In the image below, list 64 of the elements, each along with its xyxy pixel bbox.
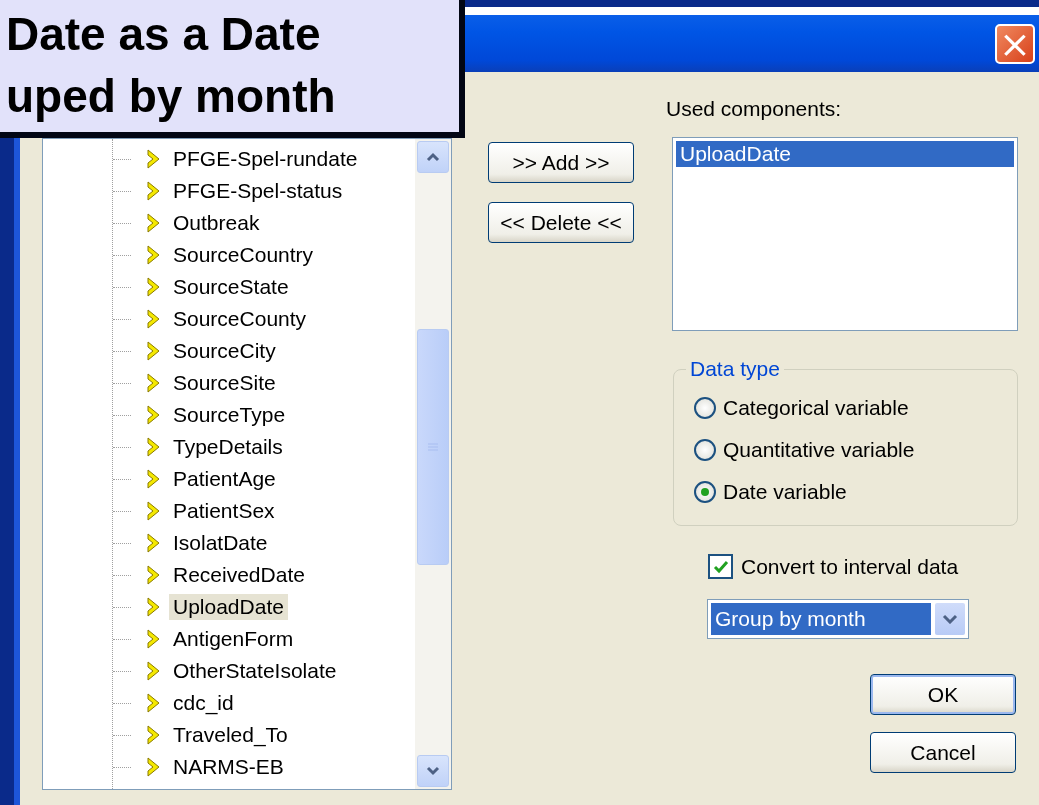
scroll-up-icon[interactable]	[417, 141, 449, 173]
scroll-thumb[interactable]	[417, 329, 449, 565]
tree-item[interactable]: Outbreak	[169, 210, 264, 236]
add-button[interactable]: >> Add >>	[488, 142, 634, 183]
tree-item[interactable]: cdc_id	[169, 690, 238, 716]
arrow-icon	[145, 437, 161, 457]
radio-button[interactable]	[694, 397, 716, 419]
radio-label: Quantitative variable	[723, 438, 915, 462]
checkbox[interactable]	[708, 554, 733, 579]
arrow-icon	[145, 341, 161, 361]
arrow-icon	[145, 533, 161, 553]
arrow-icon	[145, 629, 161, 649]
checkmark-icon	[712, 559, 729, 574]
callout-text: Date as a Date	[6, 7, 321, 62]
delete-button[interactable]: << Delete <<	[488, 202, 634, 243]
arrow-icon	[145, 661, 161, 681]
tree-item[interactable]: OtherStateIsolate	[169, 658, 341, 684]
tree-item[interactable]: SourceType	[169, 402, 290, 428]
ok-button[interactable]: OK	[870, 674, 1016, 715]
used-components-label: Used components:	[666, 97, 843, 121]
tree-item[interactable]: SourceSite	[169, 370, 280, 396]
arrow-icon	[145, 181, 161, 201]
radio-button[interactable]	[694, 439, 716, 461]
tree-item[interactable]: PFGE-Spel-status	[169, 178, 347, 204]
radio-label: Categorical variable	[723, 396, 909, 420]
cancel-button[interactable]: Cancel	[870, 732, 1016, 773]
dropdown-caret-icon[interactable]	[935, 603, 965, 635]
tree-item[interactable]: Traveled_To	[169, 722, 292, 748]
checkbox-label: Convert to interval data	[741, 554, 959, 579]
tree-item[interactable]: PFGE-Spel-rundate	[169, 146, 362, 172]
arrow-icon	[145, 469, 161, 489]
arrow-icon	[145, 725, 161, 745]
arrow-icon	[145, 309, 161, 329]
tree-item[interactable]: PatientAge	[169, 466, 280, 492]
tree-item[interactable]: SourceCounty	[169, 306, 311, 332]
arrow-icon	[145, 213, 161, 233]
tree-item[interactable]: NARMS-EB	[169, 754, 288, 780]
scroll-down-icon[interactable]	[417, 755, 449, 787]
tree-item[interactable]: ReceivedDate	[169, 562, 309, 588]
arrow-icon	[145, 565, 161, 585]
arrow-icon	[145, 597, 161, 617]
arrow-icon	[145, 693, 161, 713]
arrow-icon	[145, 405, 161, 425]
list-item[interactable]: UploadDate	[676, 141, 1014, 167]
arrow-icon	[145, 757, 161, 777]
tree-item[interactable]: AntigenForm	[169, 626, 298, 652]
grouping-dropdown[interactable]: Group by month	[707, 599, 969, 639]
arrow-icon	[145, 245, 161, 265]
arrow-icon	[145, 373, 161, 393]
scrollbar[interactable]	[415, 139, 451, 789]
tree-item[interactable]: SourceCountry	[169, 242, 318, 268]
arrow-icon	[145, 501, 161, 521]
tree-item[interactable]: TypeDetails	[169, 434, 287, 460]
tree-item[interactable]: IsolatDate	[169, 530, 272, 556]
group-legend: Data type	[686, 357, 784, 381]
tree-item[interactable]: SourceState	[169, 274, 293, 300]
tree-item[interactable]: PatientSex	[169, 498, 279, 524]
radio-label: Date variable	[723, 480, 847, 504]
radio-button[interactable]	[694, 481, 716, 503]
callout-text: uped by month	[6, 69, 336, 124]
tree-item[interactable]: SourceCity	[169, 338, 280, 364]
arrow-icon	[145, 149, 161, 169]
tree-item[interactable]: UploadDate	[169, 594, 288, 620]
arrow-icon	[145, 277, 161, 297]
